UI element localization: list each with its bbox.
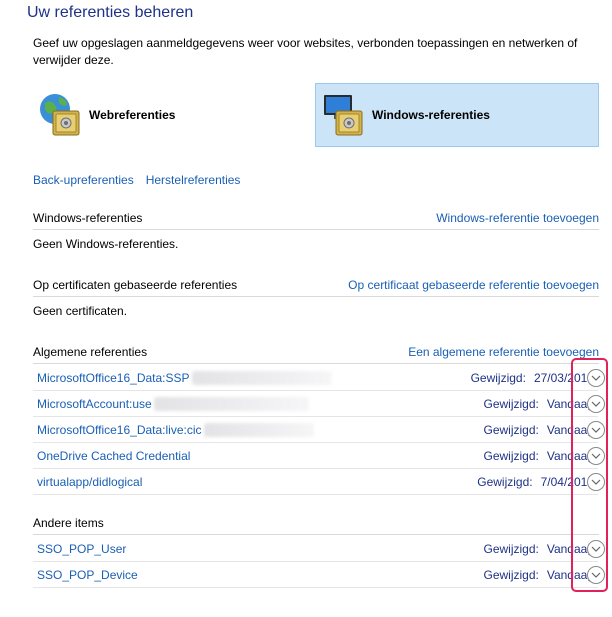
credential-name: OneDrive Cached Credential [37, 449, 191, 463]
credential-row[interactable]: SSO_POP_Device Gewijzigd: Vandaag [33, 563, 605, 588]
add-certificate-credential-link[interactable]: Op certificaat gebaseerde referentie toe… [348, 278, 599, 292]
web-credentials-label: Webreferenties [89, 108, 176, 122]
web-credentials-icon [40, 94, 80, 136]
windows-credentials-header: Windows-referenties Windows-referentie t… [33, 207, 599, 230]
generic-credentials-header: Algemene referenties Een algemene refere… [33, 341, 599, 364]
section-title: Algemene referenties [33, 345, 148, 359]
add-generic-credential-link[interactable]: Een algemene referentie toevoegen [408, 345, 599, 359]
credential-row[interactable]: virtualapp/didlogical Gewijzigd: 7/04/201… [33, 470, 605, 495]
windows-credentials-icon [324, 95, 363, 136]
certificate-credentials-header: Op certificaten gebaseerde referenties O… [33, 274, 599, 297]
credential-row[interactable]: SSO_POP_User Gewijzigd: Vandaag [33, 537, 605, 562]
redacted-area [153, 397, 309, 411]
credential-name: MicrosoftOffice16_Data:SSP [37, 371, 190, 385]
section-title: Op certificaten gebaseerde referenties [33, 278, 238, 292]
credential-name: SSO_POP_User [37, 542, 127, 556]
restore-credentials-link[interactable]: Herstelreferenties [146, 173, 241, 187]
credential-row[interactable]: MicrosoftAccount:use Gewijzigd: Vandaag [33, 392, 605, 417]
windows-credentials-label: Windows-referenties [372, 108, 490, 122]
credential-row[interactable]: MicrosoftOffice16_Data:live:cic Gewijzig… [33, 418, 605, 443]
credential-name: virtualapp/didlogical [37, 475, 143, 489]
page-description: Geef uw opgeslagen aanmeldgegevens weer … [33, 36, 578, 67]
annotation-highlight [571, 358, 608, 592]
certificate-credentials-empty: Geen certificaten. [33, 304, 128, 318]
windows-credentials-tile[interactable]: Windows-referenties [315, 83, 599, 147]
web-credentials-tile[interactable]: Webreferenties [33, 83, 283, 147]
page-title: Uw referenties beheren [27, 4, 194, 21]
add-windows-credential-link[interactable]: Windows-referentie toevoegen [436, 211, 599, 225]
credential-row[interactable]: MicrosoftOffice16_Data:SSP Gewijzigd: 27/… [33, 366, 605, 391]
backup-credentials-link[interactable]: Back-upreferenties [33, 173, 134, 187]
redacted-area [191, 371, 332, 385]
credential-name: MicrosoftAccount:use [37, 397, 152, 411]
credential-name: MicrosoftOffice16_Data:live:cic [37, 423, 202, 437]
credential-actions: Back-upreferenties Herstelreferenties [33, 173, 240, 187]
credential-name: SSO_POP_Device [37, 568, 138, 582]
section-title: Windows-referenties [33, 211, 143, 225]
other-items-header: Andere items [33, 512, 599, 535]
credential-row[interactable]: OneDrive Cached Credential Gewijzigd: Van… [33, 444, 605, 469]
windows-credentials-empty: Geen Windows-referenties. [33, 237, 179, 251]
redacted-area [203, 423, 314, 437]
section-title: Andere items [33, 516, 104, 530]
